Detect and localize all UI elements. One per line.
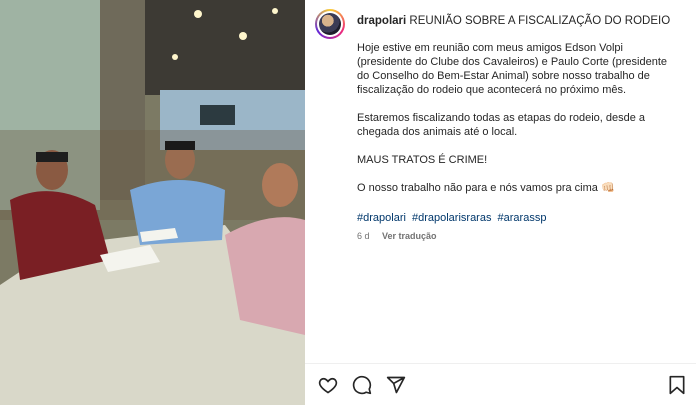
share-icon[interactable] — [386, 375, 406, 395]
caption-paragraph: Estaremos fiscalizando todas as etapas d… — [357, 112, 646, 138]
post-meta: 6 d Ver tradução — [357, 231, 437, 241]
post-caption: Hoje estive em reunião com meus amigos E… — [357, 41, 677, 209]
caption-paragraph: O nosso trabalho não para e nós vamos pr… — [357, 182, 615, 194]
caption-paragraph: MAUS TRATOS É CRIME! — [357, 154, 488, 166]
post-age: 6 d — [357, 231, 370, 241]
username-link[interactable]: drapolari — [357, 15, 406, 27]
hashtag-list: #drapolari #drapolarisraras #ararassp — [357, 211, 549, 225]
see-translation-button[interactable]: Ver tradução — [382, 231, 437, 241]
post-media[interactable] — [0, 0, 305, 405]
heart-icon[interactable] — [318, 375, 338, 395]
hashtag-link[interactable]: #drapolarisraras — [412, 212, 491, 224]
avatar-image — [319, 13, 341, 35]
bookmark-icon[interactable] — [668, 375, 686, 395]
meeting-video-frame — [0, 0, 305, 405]
caption-paragraph: Hoje estive em reunião com meus amigos E… — [357, 42, 668, 96]
post-header: drapolari REUNIÃO SOBRE A FISCALIZAÇÃO D… — [357, 14, 670, 28]
caption-title: REUNIÃO SOBRE A FISCALIZAÇÃO DO RODEIO — [409, 15, 671, 27]
post-actions — [318, 375, 406, 395]
profile-avatar[interactable] — [315, 9, 345, 39]
hashtag-link[interactable]: #drapolari — [357, 212, 406, 224]
hashtag-link[interactable]: #ararassp — [498, 212, 547, 224]
actions-divider — [305, 363, 696, 364]
avatar-ring — [317, 11, 343, 37]
comment-icon[interactable] — [352, 375, 372, 395]
